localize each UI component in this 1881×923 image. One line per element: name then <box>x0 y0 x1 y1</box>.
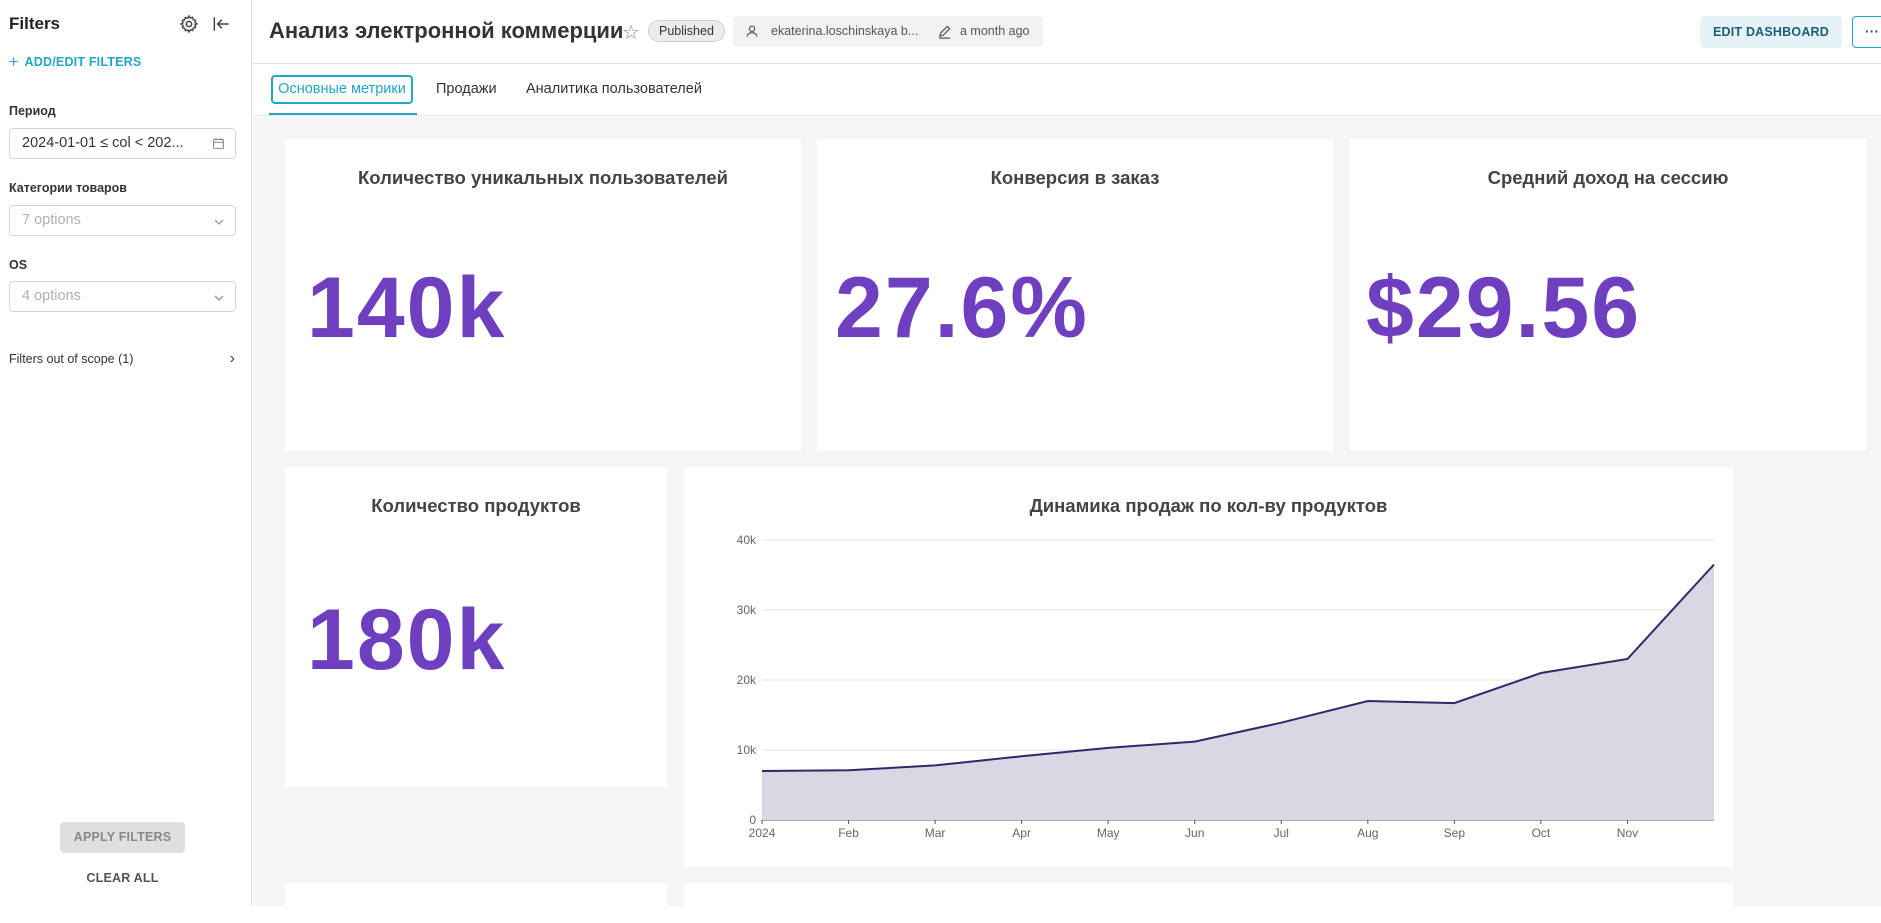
dashboard-tabs: Основные метрики Продажи Аналитика польз… <box>253 65 1881 116</box>
x-tick-label: Aug <box>1357 826 1378 840</box>
kpi-value: 180k <box>307 597 506 683</box>
period-filter-input[interactable]: 2024-01-01 ≤ col < 202... <box>9 128 236 159</box>
more-options-button[interactable]: ··· <box>1852 16 1881 48</box>
y-tick-label: 20k <box>737 673 757 687</box>
kpi-title: Конверсия в заказ <box>817 167 1333 189</box>
user-icon <box>745 24 759 38</box>
owner-name: ekaterina.loschinskaya b... <box>771 16 918 47</box>
dashboard-canvas: Количество уникальных пользователей 140k… <box>253 117 1881 906</box>
tab-sales[interactable]: Продажи <box>436 75 497 104</box>
series-area <box>762 565 1714 821</box>
dashboard-metadata: ekaterina.loschinskaya b... a month ago <box>733 16 1043 47</box>
dashboard-title: Анализ электронной коммерции <box>269 18 623 44</box>
chevron-right-icon: › <box>230 350 235 368</box>
kpi-title: Количество продуктов <box>285 495 667 517</box>
kpi-value: 140k <box>307 265 506 351</box>
card-partial-bottom-right <box>684 883 1733 923</box>
tab-user-analytics[interactable]: Аналитика пользователей <box>526 75 702 104</box>
filter-label-period: Период <box>9 104 56 118</box>
filter-sidebar: Filters + ADD/EDIT FILTERS Период 2024-01… <box>0 0 252 906</box>
x-tick-label: Feb <box>838 826 859 840</box>
categories-filter-select[interactable]: 7 options <box>9 205 236 236</box>
kpi-title: Средний доход на сессию <box>1350 167 1866 189</box>
favorite-star-icon[interactable]: ☆ <box>622 20 640 45</box>
chevron-down-icon <box>213 216 225 228</box>
tab-main-metrics[interactable]: Основные метрики <box>271 75 413 104</box>
y-tick-label: 10k <box>737 743 757 757</box>
categories-filter-placeholder: 7 options <box>22 212 81 228</box>
collapse-sidebar-icon[interactable] <box>211 14 231 34</box>
kpi-card-revenue-per-session[interactable]: Средний доход на сессию $29.56 <box>1350 139 1866 451</box>
gear-icon[interactable] <box>179 14 199 34</box>
modified-time: a month ago <box>960 16 1030 47</box>
kpi-value: 27.6% <box>835 265 1089 351</box>
chevron-down-icon <box>213 292 225 304</box>
kpi-title: Количество уникальных пользователей <box>285 167 801 189</box>
y-tick-label: 30k <box>737 603 757 617</box>
out-of-scope-label: Filters out of scope (1) <box>9 352 133 366</box>
kpi-card-products[interactable]: Количество продуктов 180k <box>285 467 667 787</box>
clear-all-button[interactable]: CLEAR ALL <box>60 871 185 885</box>
filters-out-of-scope[interactable]: Filters out of scope (1) › <box>9 352 235 366</box>
sidebar-title: Filters <box>9 14 60 33</box>
x-tick-label: Sep <box>1444 826 1466 840</box>
sales-area-chart: 0 10k 20k 30k 40k 2024 Feb Mar Apr May Jun Jul Aug Se… <box>684 467 1733 867</box>
edit-dashboard-button[interactable]: EDIT DASHBOARD <box>1700 16 1842 48</box>
x-tick-label: 2024 <box>749 826 776 840</box>
active-tab-indicator <box>269 113 417 115</box>
sidebar-header: Filters <box>9 12 237 36</box>
chart-card-sales-dynamics[interactable]: Динамика продаж по кол-ву продуктов 010k… <box>684 467 1733 867</box>
card-partial-bottom-left <box>285 883 667 923</box>
period-filter-value: 2024-01-01 ≤ col < 202... <box>22 135 184 151</box>
published-status-badge[interactable]: Published <box>648 20 725 42</box>
add-edit-filters-button[interactable]: + ADD/EDIT FILTERS <box>9 54 141 72</box>
y-tick-label: 40k <box>737 533 757 547</box>
os-filter-select[interactable]: 4 options <box>9 281 236 312</box>
y-tick-label: 0 <box>749 813 756 827</box>
filter-label-categories: Категории товаров <box>9 181 127 195</box>
x-tick-label: Jun <box>1185 826 1204 840</box>
kpi-value: $29.56 <box>1366 265 1641 351</box>
x-tick-label: Nov <box>1617 826 1638 840</box>
add-filters-label: ADD/EDIT FILTERS <box>25 55 142 69</box>
kpi-card-unique-users[interactable]: Количество уникальных пользователей 140k <box>285 139 801 451</box>
x-tick-label: Mar <box>925 826 946 840</box>
os-filter-placeholder: 4 options <box>22 288 81 304</box>
kpi-card-conversion[interactable]: Конверсия в заказ 27.6% <box>817 139 1333 451</box>
x-tick-label: Jul <box>1274 826 1289 840</box>
x-tick-label: Apr <box>1012 826 1031 840</box>
pencil-icon <box>937 24 952 39</box>
calendar-icon <box>212 137 225 150</box>
x-tick-label: May <box>1097 826 1120 840</box>
dashboard-header: Анализ электронной коммерции ☆ Published… <box>253 0 1881 64</box>
filter-label-os: OS <box>9 258 27 272</box>
apply-filters-button[interactable]: APPLY FILTERS <box>60 822 185 853</box>
plus-icon: + <box>9 54 19 71</box>
x-tick-label: Oct <box>1532 826 1551 840</box>
